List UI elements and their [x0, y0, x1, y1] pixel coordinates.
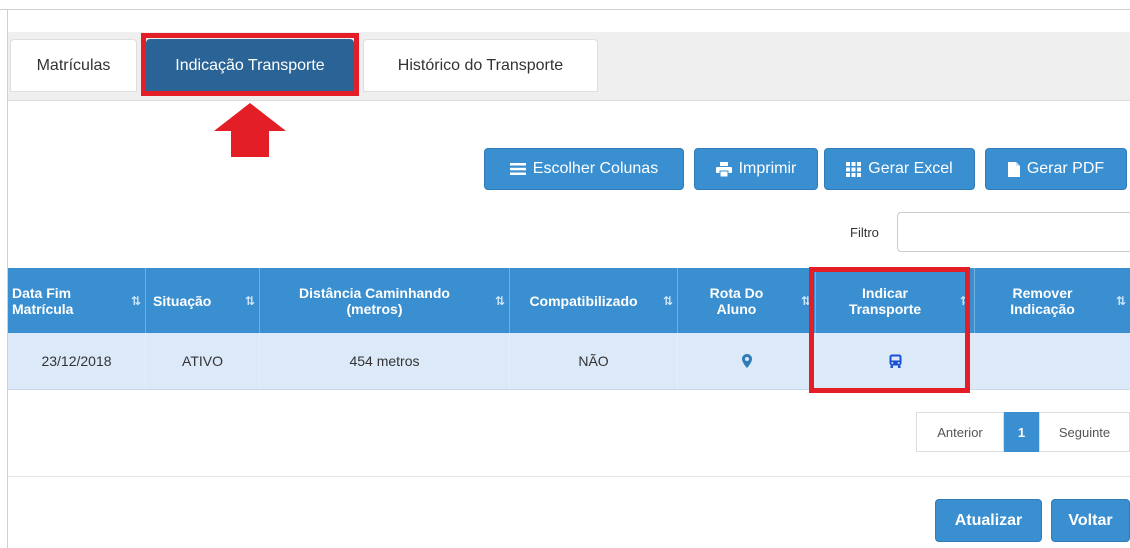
sort-icon: ⇅	[800, 293, 811, 308]
window-top-border	[0, 0, 1130, 10]
tab-bar: Matrículas Indicação Transporte Históric…	[8, 32, 1130, 101]
tab-matriculas[interactable]: Matrículas	[10, 39, 137, 92]
column-header-label: Distância Caminhando	[299, 284, 450, 301]
list-icon	[509, 163, 526, 175]
column-header-label: Indicação	[1010, 300, 1075, 317]
cell-rota	[678, 333, 816, 389]
column-header-rota[interactable]: Rota Do Aluno ⇅	[678, 268, 816, 333]
column-header-remover-indicacao[interactable]: Remover Indicação ⇅	[975, 268, 1130, 333]
sort-icon: ⇅	[959, 293, 970, 308]
column-header-label: Data Fim	[12, 284, 72, 301]
cell-compatibilizado: NÃO	[510, 333, 678, 389]
back-button[interactable]: Voltar	[1051, 499, 1130, 542]
sort-icon: ⇅	[1115, 293, 1126, 308]
print-button[interactable]: Imprimir	[694, 148, 818, 190]
export-pdf-label: Gerar PDF	[1026, 160, 1105, 177]
map-marker-icon[interactable]	[741, 354, 752, 368]
column-header-label: Transporte	[848, 300, 922, 317]
cell-distancia: 454 metros	[260, 333, 510, 389]
table-row: 23/12/2018 ATIVO 454 metros NÃO	[8, 333, 1130, 390]
footer-divider	[8, 476, 1130, 477]
pagination-page-1[interactable]: 1	[1004, 412, 1039, 452]
column-header-label: Rota Do	[709, 284, 764, 301]
pagination-previous[interactable]: Anterior	[916, 412, 1004, 452]
choose-columns-label: Escolher Colunas	[532, 160, 659, 177]
cell-situacao: ATIVO	[146, 333, 260, 389]
choose-columns-button[interactable]: Escolher Colunas	[484, 148, 684, 190]
column-header-distancia[interactable]: Distância Caminhando (metros) ⇅	[260, 268, 510, 333]
cell-indicar-transporte	[816, 333, 975, 389]
export-excel-button[interactable]: Gerar Excel	[824, 148, 975, 190]
column-header-indicar-transporte[interactable]: Indicar Transporte ⇅	[816, 268, 975, 333]
grid-icon	[846, 161, 862, 177]
tab-historico-transporte[interactable]: Histórico do Transporte	[363, 39, 598, 92]
export-pdf-button[interactable]: Gerar PDF	[985, 148, 1127, 190]
cell-remover-indicacao	[975, 333, 1130, 389]
up-arrow-annotation-icon	[214, 103, 286, 157]
sort-icon: ⇅	[244, 293, 255, 308]
sort-icon: ⇅	[494, 293, 505, 308]
filter-label: Filtro	[850, 225, 879, 240]
column-header-situacao[interactable]: Situação ⇅	[146, 268, 260, 333]
column-header-label: Remover	[1012, 284, 1073, 301]
column-header-label: (metros)	[346, 300, 403, 317]
column-header-label: Compatibilizado	[529, 292, 638, 309]
column-header-compatibilizado[interactable]: Compatibilizado ⇅	[510, 268, 678, 333]
column-header-label: Aluno	[716, 300, 757, 317]
table-header: Data Fim Matrícula ⇅ Situação ⇅ Distância…	[8, 268, 1130, 333]
bus-icon[interactable]	[889, 354, 902, 368]
column-header-label: Indicar	[862, 284, 908, 301]
sort-icon: ⇅	[662, 293, 673, 308]
column-header-label: Situação	[153, 292, 212, 309]
cell-data-fim: 23/12/2018	[8, 333, 146, 389]
refresh-button[interactable]: Atualizar	[935, 499, 1042, 542]
print-label: Imprimir	[738, 160, 797, 177]
tab-indicacao-transporte[interactable]: Indicação Transporte	[146, 39, 354, 92]
file-icon	[1007, 161, 1020, 177]
sort-icon: ⇅	[130, 293, 141, 308]
column-header-label: Matrícula	[12, 300, 74, 317]
filter-input[interactable]	[897, 212, 1130, 252]
column-header-data-fim[interactable]: Data Fim Matrícula ⇅	[8, 268, 146, 333]
pagination-next[interactable]: Seguinte	[1039, 412, 1130, 452]
print-icon	[715, 161, 732, 177]
export-excel-label: Gerar Excel	[868, 160, 953, 177]
